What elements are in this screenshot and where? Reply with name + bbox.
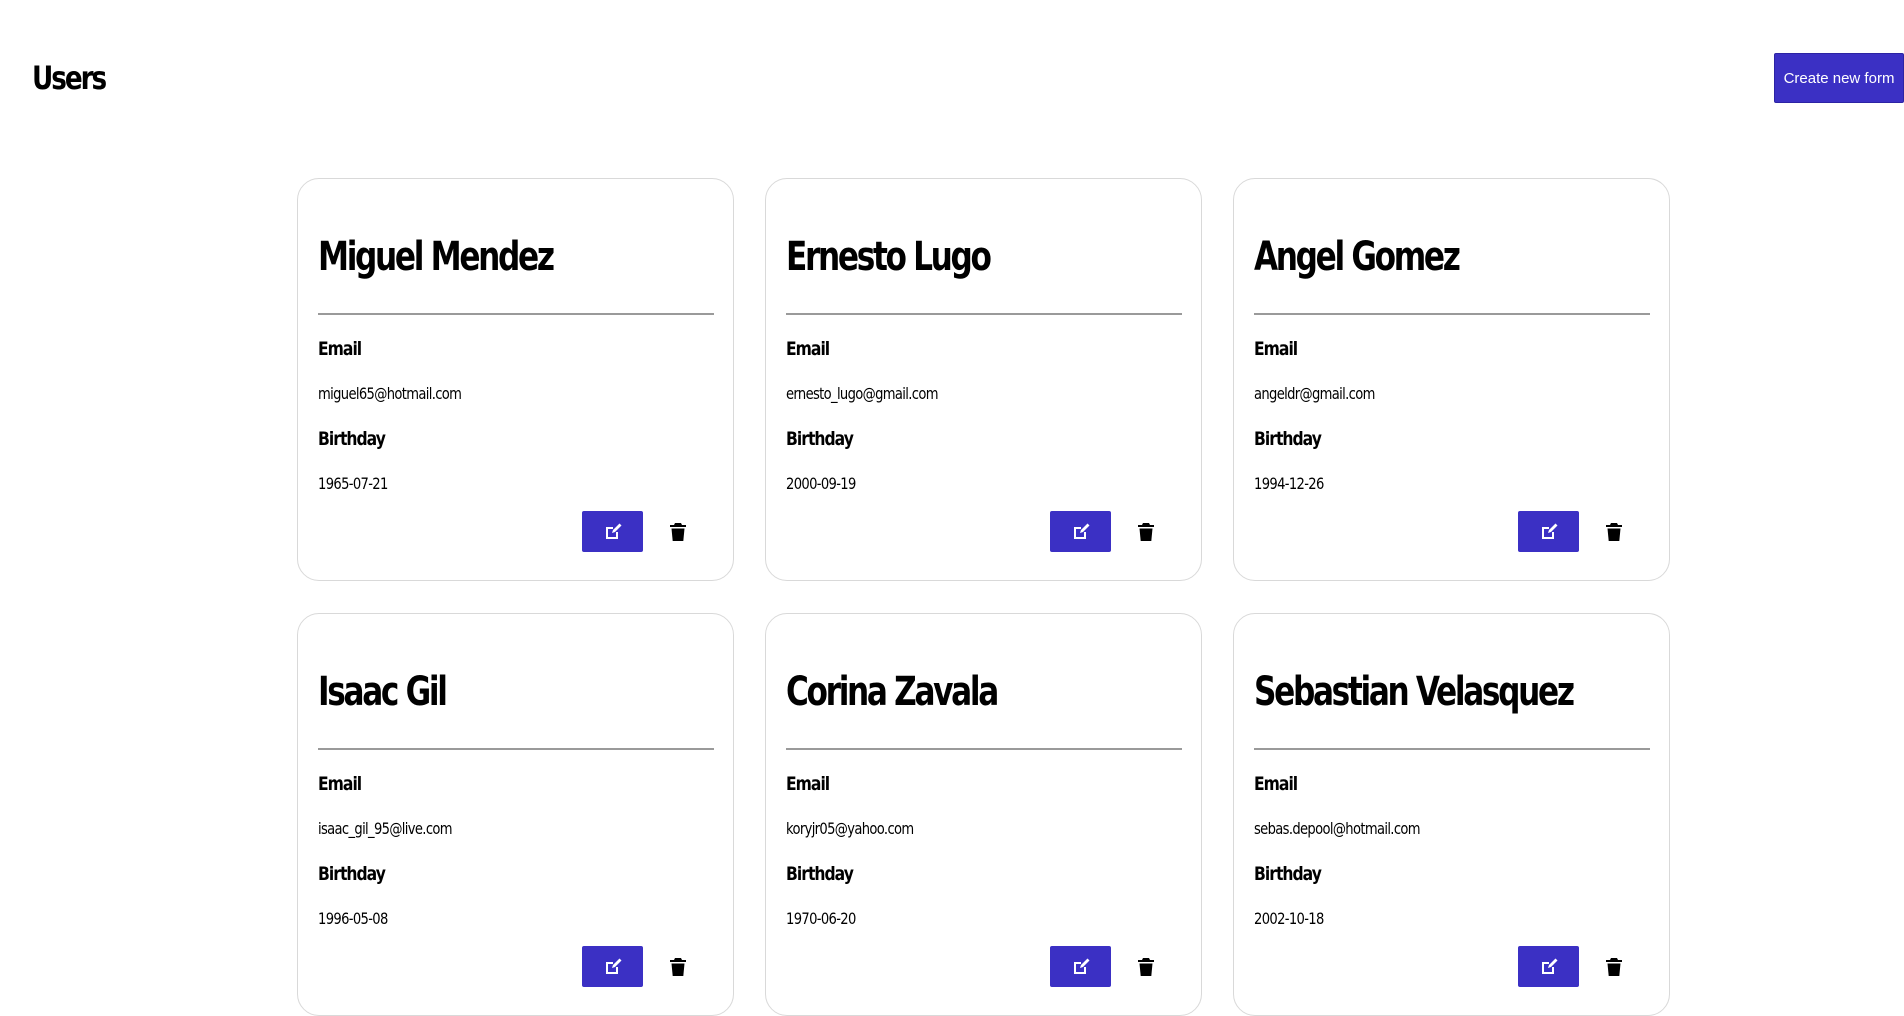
edit-icon: [1071, 957, 1091, 977]
user-card: Isaac Gil Email isaac_gil_95@live.com Bi…: [297, 613, 734, 1016]
email-label: Email: [1254, 773, 1298, 795]
trash-icon: [1138, 522, 1154, 542]
birthday-value: 1965-07-21: [318, 474, 388, 493]
email-label: Email: [318, 773, 362, 795]
card-divider: [786, 748, 1182, 750]
birthday-value: 1994-12-26: [1254, 474, 1324, 493]
email-label: Email: [786, 338, 830, 360]
trash-icon: [670, 957, 686, 977]
birthday-value: 1970-06-20: [786, 909, 856, 928]
edit-button[interactable]: [582, 946, 643, 987]
birthday-label: Birthday: [786, 428, 854, 450]
user-card: Miguel Mendez Email miguel65@hotmail.com…: [297, 178, 734, 581]
user-name: Isaac Gil: [318, 669, 448, 715]
user-name: Ernesto Lugo: [786, 234, 992, 280]
create-new-form-button[interactable]: Create new form: [1774, 53, 1904, 103]
edit-icon: [1539, 957, 1559, 977]
delete-button[interactable]: [1592, 946, 1636, 987]
email-label: Email: [1254, 338, 1298, 360]
edit-icon: [603, 522, 623, 542]
email-value: isaac_gil_95@live.com: [318, 819, 453, 838]
email-value: koryjr05@yahoo.com: [786, 819, 914, 838]
edit-button[interactable]: [582, 511, 643, 552]
user-card: Corina Zavala Email koryjr05@yahoo.com B…: [765, 613, 1202, 1016]
trash-icon: [1606, 522, 1622, 542]
edit-icon: [1539, 522, 1559, 542]
birthday-label: Birthday: [318, 428, 386, 450]
edit-button[interactable]: [1518, 511, 1579, 552]
delete-button[interactable]: [1124, 511, 1168, 552]
user-name: Angel Gomez: [1254, 234, 1461, 280]
birthday-value: 2000-09-19: [786, 474, 856, 493]
email-label: Email: [786, 773, 830, 795]
page-title: Users: [32, 59, 107, 97]
delete-button[interactable]: [1124, 946, 1168, 987]
email-value: ernesto_lugo@gmail.com: [786, 384, 938, 403]
user-card: Angel Gomez Email angeldr@gmail.com Birt…: [1233, 178, 1670, 581]
email-value: miguel65@hotmail.com: [318, 384, 462, 403]
card-divider: [1254, 748, 1650, 750]
birthday-value: 1996-05-08: [318, 909, 388, 928]
email-value: angeldr@gmail.com: [1254, 384, 1375, 403]
birthday-label: Birthday: [1254, 863, 1322, 885]
edit-icon: [603, 957, 623, 977]
user-name: Sebastian Velasquez: [1254, 669, 1575, 715]
edit-button[interactable]: [1518, 946, 1579, 987]
delete-button[interactable]: [1592, 511, 1636, 552]
edit-button[interactable]: [1050, 946, 1111, 987]
email-label: Email: [318, 338, 362, 360]
edit-button[interactable]: [1050, 511, 1111, 552]
card-divider: [318, 748, 714, 750]
trash-icon: [1606, 957, 1622, 977]
user-name: Corina Zavala: [786, 669, 999, 715]
birthday-label: Birthday: [1254, 428, 1322, 450]
birthday-value: 2002-10-18: [1254, 909, 1324, 928]
email-value: sebas.depool@hotmail.com: [1254, 819, 1421, 838]
birthday-label: Birthday: [786, 863, 854, 885]
user-card: Sebastian Velasquez Email sebas.depool@h…: [1233, 613, 1670, 1016]
user-card-grid: Miguel Mendez Email miguel65@hotmail.com…: [297, 178, 1677, 1016]
user-name: Miguel Mendez: [318, 234, 555, 280]
trash-icon: [670, 522, 686, 542]
edit-icon: [1071, 522, 1091, 542]
page-header: Users Create new form: [0, 0, 1904, 150]
birthday-label: Birthday: [318, 863, 386, 885]
delete-button[interactable]: [656, 511, 700, 552]
card-divider: [318, 313, 714, 315]
card-divider: [1254, 313, 1650, 315]
card-divider: [786, 313, 1182, 315]
user-card: Ernesto Lugo Email ernesto_lugo@gmail.co…: [765, 178, 1202, 581]
trash-icon: [1138, 957, 1154, 977]
delete-button[interactable]: [656, 946, 700, 987]
